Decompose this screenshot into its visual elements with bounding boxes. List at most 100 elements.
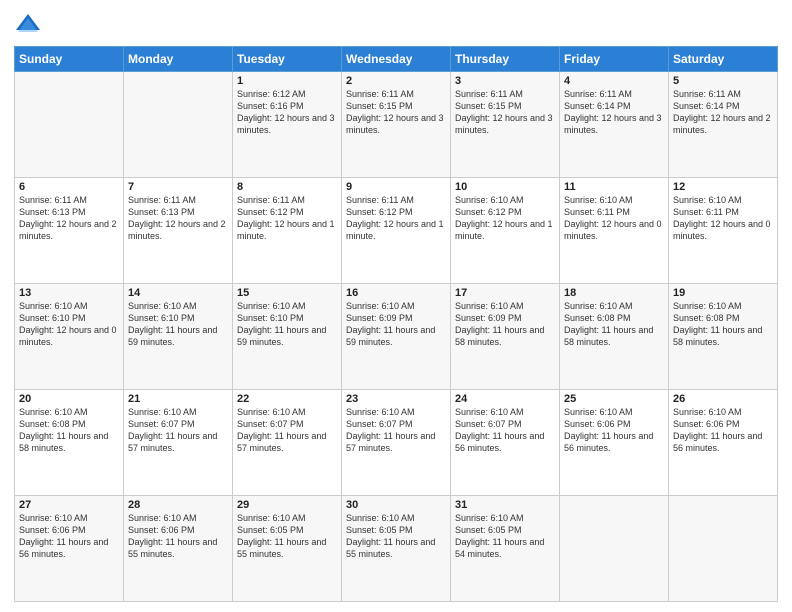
- calendar-cell: 4Sunrise: 6:11 AM Sunset: 6:14 PM Daylig…: [560, 72, 669, 178]
- day-info: Sunrise: 6:10 AM Sunset: 6:12 PM Dayligh…: [455, 194, 555, 243]
- day-info: Sunrise: 6:10 AM Sunset: 6:10 PM Dayligh…: [128, 300, 228, 349]
- calendar-cell: 7Sunrise: 6:11 AM Sunset: 6:13 PM Daylig…: [124, 178, 233, 284]
- day-header-sunday: Sunday: [15, 47, 124, 72]
- day-info: Sunrise: 6:10 AM Sunset: 6:06 PM Dayligh…: [564, 406, 664, 455]
- day-number: 3: [455, 75, 555, 87]
- day-number: 17: [455, 287, 555, 299]
- day-number: 29: [237, 499, 337, 511]
- day-info: Sunrise: 6:11 AM Sunset: 6:13 PM Dayligh…: [19, 194, 119, 243]
- day-header-friday: Friday: [560, 47, 669, 72]
- day-info: Sunrise: 6:10 AM Sunset: 6:08 PM Dayligh…: [19, 406, 119, 455]
- day-info: Sunrise: 6:10 AM Sunset: 6:06 PM Dayligh…: [19, 512, 119, 561]
- day-header-thursday: Thursday: [451, 47, 560, 72]
- day-number: 7: [128, 181, 228, 193]
- day-info: Sunrise: 6:10 AM Sunset: 6:10 PM Dayligh…: [19, 300, 119, 349]
- calendar-cell: 18Sunrise: 6:10 AM Sunset: 6:08 PM Dayli…: [560, 284, 669, 390]
- day-header-saturday: Saturday: [669, 47, 778, 72]
- day-number: 19: [673, 287, 773, 299]
- calendar-cell: 22Sunrise: 6:10 AM Sunset: 6:07 PM Dayli…: [233, 390, 342, 496]
- day-number: 1: [237, 75, 337, 87]
- day-number: 23: [346, 393, 446, 405]
- calendar-cell: [560, 496, 669, 602]
- day-info: Sunrise: 6:10 AM Sunset: 6:07 PM Dayligh…: [346, 406, 446, 455]
- day-number: 21: [128, 393, 228, 405]
- calendar-cell: 2Sunrise: 6:11 AM Sunset: 6:15 PM Daylig…: [342, 72, 451, 178]
- calendar-cell: 29Sunrise: 6:10 AM Sunset: 6:05 PM Dayli…: [233, 496, 342, 602]
- logo-icon: [14, 10, 42, 38]
- day-info: Sunrise: 6:12 AM Sunset: 6:16 PM Dayligh…: [237, 88, 337, 137]
- calendar-header-row: SundayMondayTuesdayWednesdayThursdayFrid…: [15, 47, 778, 72]
- day-info: Sunrise: 6:10 AM Sunset: 6:11 PM Dayligh…: [564, 194, 664, 243]
- day-number: 30: [346, 499, 446, 511]
- calendar-cell: 28Sunrise: 6:10 AM Sunset: 6:06 PM Dayli…: [124, 496, 233, 602]
- day-number: 4: [564, 75, 664, 87]
- calendar-cell: 25Sunrise: 6:10 AM Sunset: 6:06 PM Dayli…: [560, 390, 669, 496]
- day-number: 10: [455, 181, 555, 193]
- calendar-cell: 14Sunrise: 6:10 AM Sunset: 6:10 PM Dayli…: [124, 284, 233, 390]
- calendar-cell: 31Sunrise: 6:10 AM Sunset: 6:05 PM Dayli…: [451, 496, 560, 602]
- day-number: 25: [564, 393, 664, 405]
- day-header-tuesday: Tuesday: [233, 47, 342, 72]
- calendar-cell: 10Sunrise: 6:10 AM Sunset: 6:12 PM Dayli…: [451, 178, 560, 284]
- day-number: 2: [346, 75, 446, 87]
- day-info: Sunrise: 6:11 AM Sunset: 6:12 PM Dayligh…: [346, 194, 446, 243]
- day-number: 5: [673, 75, 773, 87]
- calendar-table: SundayMondayTuesdayWednesdayThursdayFrid…: [14, 46, 778, 602]
- calendar-cell: [15, 72, 124, 178]
- day-info: Sunrise: 6:10 AM Sunset: 6:06 PM Dayligh…: [673, 406, 773, 455]
- calendar-cell: 11Sunrise: 6:10 AM Sunset: 6:11 PM Dayli…: [560, 178, 669, 284]
- calendar-cell: 21Sunrise: 6:10 AM Sunset: 6:07 PM Dayli…: [124, 390, 233, 496]
- calendar-cell: [669, 496, 778, 602]
- calendar-cell: 19Sunrise: 6:10 AM Sunset: 6:08 PM Dayli…: [669, 284, 778, 390]
- day-info: Sunrise: 6:10 AM Sunset: 6:05 PM Dayligh…: [455, 512, 555, 561]
- day-number: 28: [128, 499, 228, 511]
- day-info: Sunrise: 6:10 AM Sunset: 6:08 PM Dayligh…: [564, 300, 664, 349]
- calendar-cell: 23Sunrise: 6:10 AM Sunset: 6:07 PM Dayli…: [342, 390, 451, 496]
- header: [14, 10, 778, 38]
- day-header-wednesday: Wednesday: [342, 47, 451, 72]
- calendar-cell: 13Sunrise: 6:10 AM Sunset: 6:10 PM Dayli…: [15, 284, 124, 390]
- calendar-cell: 30Sunrise: 6:10 AM Sunset: 6:05 PM Dayli…: [342, 496, 451, 602]
- day-info: Sunrise: 6:10 AM Sunset: 6:09 PM Dayligh…: [346, 300, 446, 349]
- day-number: 27: [19, 499, 119, 511]
- logo: [14, 10, 44, 38]
- calendar-cell: 8Sunrise: 6:11 AM Sunset: 6:12 PM Daylig…: [233, 178, 342, 284]
- day-info: Sunrise: 6:11 AM Sunset: 6:14 PM Dayligh…: [673, 88, 773, 137]
- week-row-0: 1Sunrise: 6:12 AM Sunset: 6:16 PM Daylig…: [15, 72, 778, 178]
- calendar-cell: 27Sunrise: 6:10 AM Sunset: 6:06 PM Dayli…: [15, 496, 124, 602]
- calendar-cell: 6Sunrise: 6:11 AM Sunset: 6:13 PM Daylig…: [15, 178, 124, 284]
- day-number: 22: [237, 393, 337, 405]
- day-number: 12: [673, 181, 773, 193]
- day-number: 9: [346, 181, 446, 193]
- day-number: 26: [673, 393, 773, 405]
- day-info: Sunrise: 6:11 AM Sunset: 6:13 PM Dayligh…: [128, 194, 228, 243]
- calendar-cell: 15Sunrise: 6:10 AM Sunset: 6:10 PM Dayli…: [233, 284, 342, 390]
- day-info: Sunrise: 6:10 AM Sunset: 6:05 PM Dayligh…: [346, 512, 446, 561]
- day-info: Sunrise: 6:10 AM Sunset: 6:05 PM Dayligh…: [237, 512, 337, 561]
- calendar-cell: 5Sunrise: 6:11 AM Sunset: 6:14 PM Daylig…: [669, 72, 778, 178]
- calendar-cell: 9Sunrise: 6:11 AM Sunset: 6:12 PM Daylig…: [342, 178, 451, 284]
- day-info: Sunrise: 6:10 AM Sunset: 6:08 PM Dayligh…: [673, 300, 773, 349]
- day-info: Sunrise: 6:10 AM Sunset: 6:06 PM Dayligh…: [128, 512, 228, 561]
- calendar-cell: [124, 72, 233, 178]
- week-row-1: 6Sunrise: 6:11 AM Sunset: 6:13 PM Daylig…: [15, 178, 778, 284]
- day-header-monday: Monday: [124, 47, 233, 72]
- calendar-cell: 26Sunrise: 6:10 AM Sunset: 6:06 PM Dayli…: [669, 390, 778, 496]
- day-number: 31: [455, 499, 555, 511]
- day-number: 18: [564, 287, 664, 299]
- day-number: 24: [455, 393, 555, 405]
- calendar-cell: 3Sunrise: 6:11 AM Sunset: 6:15 PM Daylig…: [451, 72, 560, 178]
- calendar-cell: 12Sunrise: 6:10 AM Sunset: 6:11 PM Dayli…: [669, 178, 778, 284]
- day-info: Sunrise: 6:10 AM Sunset: 6:10 PM Dayligh…: [237, 300, 337, 349]
- day-number: 15: [237, 287, 337, 299]
- day-info: Sunrise: 6:10 AM Sunset: 6:11 PM Dayligh…: [673, 194, 773, 243]
- day-info: Sunrise: 6:11 AM Sunset: 6:14 PM Dayligh…: [564, 88, 664, 137]
- day-info: Sunrise: 6:10 AM Sunset: 6:07 PM Dayligh…: [237, 406, 337, 455]
- day-number: 8: [237, 181, 337, 193]
- day-number: 14: [128, 287, 228, 299]
- day-number: 11: [564, 181, 664, 193]
- day-number: 16: [346, 287, 446, 299]
- week-row-4: 27Sunrise: 6:10 AM Sunset: 6:06 PM Dayli…: [15, 496, 778, 602]
- week-row-2: 13Sunrise: 6:10 AM Sunset: 6:10 PM Dayli…: [15, 284, 778, 390]
- calendar-cell: 20Sunrise: 6:10 AM Sunset: 6:08 PM Dayli…: [15, 390, 124, 496]
